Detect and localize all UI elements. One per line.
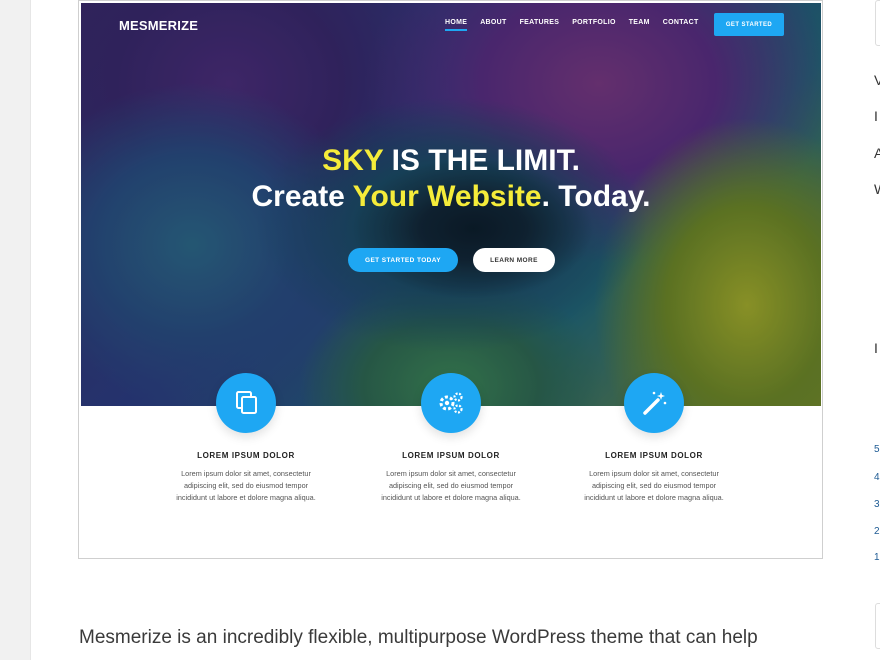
sidebar-letter: I <box>874 340 878 356</box>
hero-section: MESMERIZE HOME ABOUT FEATURES PORTFOLIO … <box>81 3 821 406</box>
nav-team[interactable]: TEAM <box>629 19 650 31</box>
sidebar-digit: 3 <box>874 499 880 510</box>
headline-line2-end: . Today. <box>541 180 651 213</box>
feature-desc-line: incididunt ut labore et dolore magna ali… <box>584 493 724 502</box>
sidebar-digit: 5 <box>874 444 880 455</box>
theme-logo: MESMERIZE <box>119 18 199 33</box>
sidebar-letter: V <box>874 72 880 88</box>
sidebar-digit: 2 <box>874 526 880 537</box>
headline-line2-start: Create <box>251 180 353 213</box>
features-section: LOREM IPSUM DOLOR Lorem ipsum dolor sit … <box>81 373 821 558</box>
sidebar-box <box>875 603 880 649</box>
article-paragraph: Mesmerize is an incredibly flexible, mul… <box>79 627 758 648</box>
right-sidebar-fragment: V I A W I 5 4 3 2 1 <box>870 0 880 660</box>
feature-desc-line: incididunt ut labore et dolore magna ali… <box>381 493 521 502</box>
nav-portfolio[interactable]: PORTFOLIO <box>572 19 616 31</box>
feature-description: Lorem ipsum dolor sit amet, consectetur … <box>559 468 749 504</box>
page: MESMERIZE HOME ABOUT FEATURES PORTFOLIO … <box>0 0 880 660</box>
copy-icon <box>216 373 276 433</box>
headline-highlight-website: Your Website <box>352 180 542 213</box>
sidebar-letter: I <box>874 108 878 124</box>
sidebar-box <box>875 0 880 46</box>
nav-contact[interactable]: CONTACT <box>663 19 699 31</box>
nav-home[interactable]: HOME <box>445 19 468 31</box>
theme-nav: HOME ABOUT FEATURES PORTFOLIO TEAM CONTA… <box>445 19 712 31</box>
feature-desc-line: adipiscing elit, sed do eiusmod tempor <box>388 481 514 490</box>
get-started-today-button[interactable]: GET STARTED TODAY <box>348 248 458 272</box>
hero-headline-line2: Create Your Website. Today. <box>81 180 821 214</box>
sidebar-digit: 4 <box>874 472 880 483</box>
feature-desc-line: Lorem ipsum dolor sit amet, consectetur <box>589 469 719 478</box>
feature-description: Lorem ipsum dolor sit amet, consectetur … <box>356 468 546 504</box>
hero-headline-line1: SKY IS THE LIMIT. <box>81 144 821 178</box>
feature-card: LOREM IPSUM DOLOR Lorem ipsum dolor sit … <box>559 373 749 504</box>
gears-icon <box>421 373 481 433</box>
left-gutter <box>0 0 31 660</box>
feature-description: Lorem ipsum dolor sit amet, consectetur … <box>151 468 341 504</box>
magic-wand-icon <box>624 373 684 433</box>
feature-title: LOREM IPSUM DOLOR <box>197 451 295 460</box>
headline-highlight-sky: SKY <box>322 144 384 177</box>
sidebar-letter: A <box>874 145 880 161</box>
feature-desc-line: Lorem ipsum dolor sit amet, consectetur <box>181 469 311 478</box>
feature-desc-line: adipiscing elit, sed do eiusmod tempor <box>591 481 717 490</box>
feature-desc-line: Lorem ipsum dolor sit amet, consectetur <box>386 469 516 478</box>
learn-more-button[interactable]: LEARN MORE <box>473 248 555 272</box>
sidebar-digit: 1 <box>874 552 880 563</box>
nav-get-started-button[interactable]: GET STARTED <box>714 13 784 36</box>
feature-title: LOREM IPSUM DOLOR <box>402 451 500 460</box>
sidebar-letter: W <box>874 181 880 197</box>
feature-card: LOREM IPSUM DOLOR Lorem ipsum dolor sit … <box>151 373 341 504</box>
feature-title: LOREM IPSUM DOLOR <box>605 451 703 460</box>
feature-desc-line: adipiscing elit, sed do eiusmod tempor <box>183 481 309 490</box>
nav-features[interactable]: FEATURES <box>520 19 560 31</box>
feature-desc-line: incididunt ut labore et dolore magna ali… <box>176 493 316 502</box>
nav-about[interactable]: ABOUT <box>480 19 506 31</box>
feature-card: LOREM IPSUM DOLOR Lorem ipsum dolor sit … <box>356 373 546 504</box>
headline-line1-rest: IS THE LIMIT. <box>383 144 580 177</box>
theme-screenshot: MESMERIZE HOME ABOUT FEATURES PORTFOLIO … <box>78 0 823 559</box>
